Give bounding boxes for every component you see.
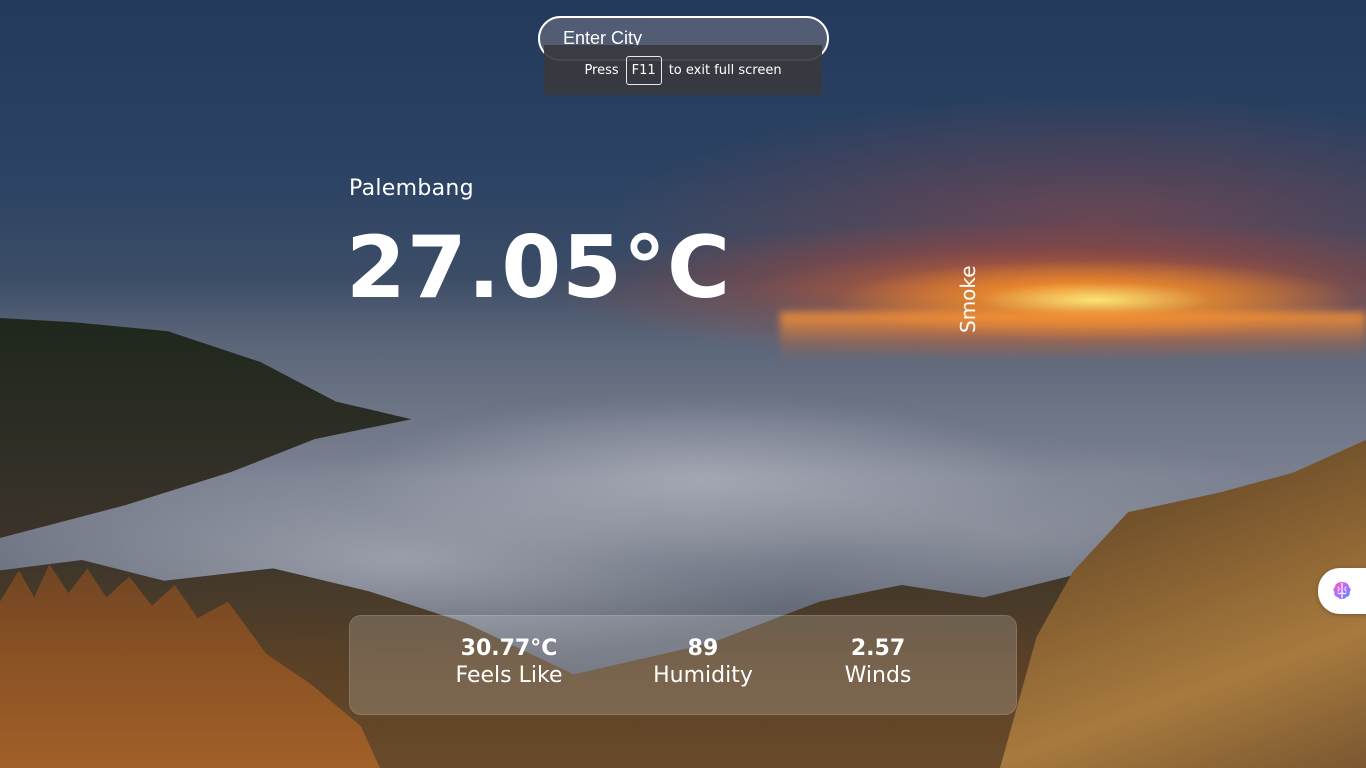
humidity-stat: 89 Humidity [653,636,753,691]
f11-key: F11 [625,55,662,85]
weather-condition: Smoke [956,265,980,333]
humidity-label: Humidity [653,663,753,689]
brain-icon [1333,582,1351,599]
winds-value: 2.57 [850,636,906,661]
winds-stat: 2.57 Winds [845,636,912,691]
feels-like-label: Feels Like [455,663,563,689]
fullscreen-notice: Press F11 to exit full screen [544,45,822,95]
feels-like-stat: 30.77°C Feels Like [456,636,563,691]
city-name: Palembang [349,176,474,201]
weather-stats-panel: 30.77°C Feels Like 89 Humidity 2.57 Wind… [349,615,1017,715]
temperature: 27.05°C [346,218,732,318]
humidity-value: 89 [687,636,719,661]
fullscreen-notice-prefix: Press [584,62,619,78]
winds-label: Winds [844,663,912,689]
fullscreen-notice-suffix: to exit full screen [668,62,782,78]
extension-side-button[interactable] [1318,568,1366,614]
feels-like-value: 30.77°C [460,636,558,661]
